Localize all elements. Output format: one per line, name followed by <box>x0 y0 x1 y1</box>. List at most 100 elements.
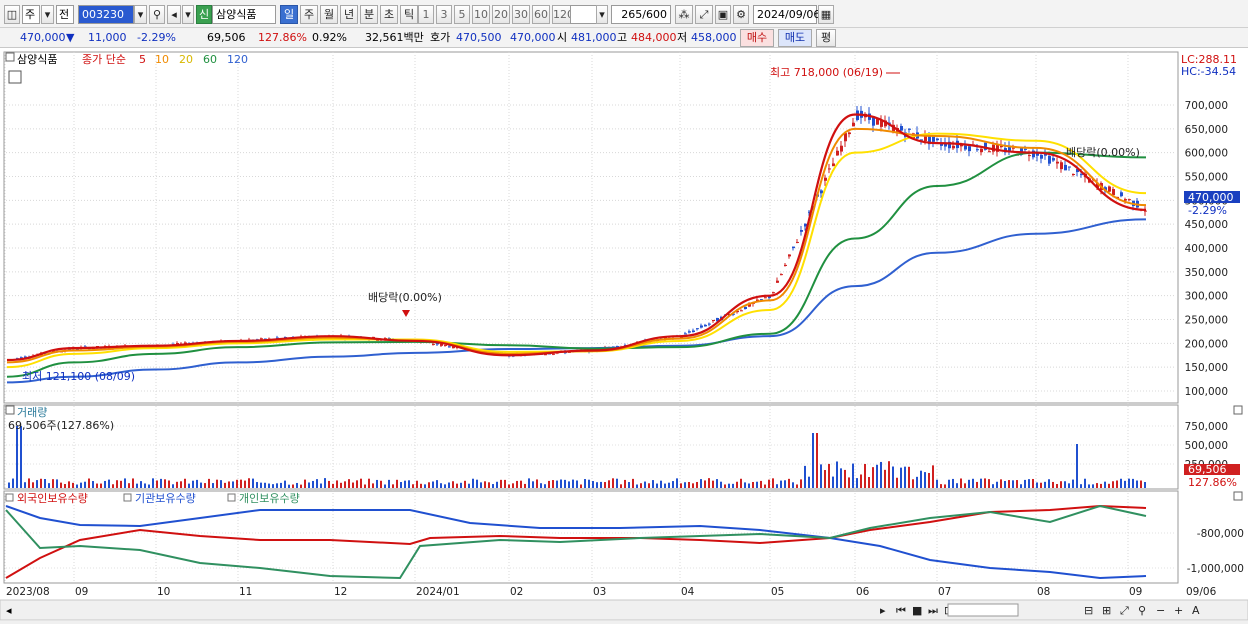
volume-ratio: 127.86% <box>258 31 307 44</box>
volume-bar <box>632 478 634 488</box>
period-button-2[interactable]: 월 <box>320 5 338 24</box>
amount-value: 32,561백만 <box>365 31 424 44</box>
date-tick-1: 09 <box>75 586 88 598</box>
date-field[interactable]: 2024/09/06 <box>753 5 820 24</box>
candle-body <box>764 297 767 299</box>
volume-toggle-icon[interactable] <box>5 405 15 415</box>
period-button-3[interactable]: 년 <box>340 5 358 24</box>
chart-area[interactable]: 700,000 650,000 600,000 550,000 500,000 450,0… <box>0 48 1248 621</box>
candle-body <box>1048 156 1051 164</box>
period-button-5[interactable]: 초 <box>380 5 398 24</box>
panel-toggle-icon[interactable] <box>5 52 15 62</box>
close-holding-icon[interactable] <box>1233 491 1243 501</box>
volume-bar <box>1088 484 1090 488</box>
interval-button-3[interactable]: 10 <box>472 5 490 24</box>
interval-button-6[interactable]: 60 <box>532 5 550 24</box>
eval-button[interactable]: 평 <box>816 29 836 47</box>
volume-bar <box>392 484 394 488</box>
holding-toggle-0[interactable] <box>5 493 14 502</box>
prev-button[interactable]: 전 <box>56 5 74 24</box>
speaker-icon[interactable]: ◂ <box>167 5 181 24</box>
volume-bar <box>368 478 370 488</box>
date-tick-3: 11 <box>239 586 252 598</box>
scroll-tool-icon-8[interactable]: ⚲ <box>1138 604 1146 617</box>
code-dropdown-icon[interactable]: ▾ <box>134 5 147 24</box>
period-button-0[interactable]: 일 <box>280 5 298 24</box>
volume-bar <box>540 483 542 488</box>
date-tick-7: 03 <box>593 586 606 598</box>
candle-body <box>692 330 695 332</box>
scroll-tool-icon-2[interactable]: ■ <box>912 604 922 617</box>
volume-bar <box>52 479 54 488</box>
interval-button-0[interactable]: 1 <box>418 5 434 24</box>
volume-bar <box>1008 480 1010 488</box>
holding-axis: -800,000 -1,000,000 <box>1187 528 1244 575</box>
volume-bar <box>964 483 966 488</box>
search-icon[interactable]: ⚲ <box>149 5 165 24</box>
market-dropdown-icon[interactable]: ▾ <box>41 5 54 24</box>
stock-name-field[interactable]: 삼양식품 <box>212 5 276 24</box>
scroll-tool-icon-5[interactable]: ⊟ <box>1084 604 1093 617</box>
volume-bar <box>472 478 474 488</box>
close-volume-icon[interactable] <box>1233 405 1243 415</box>
candle-body <box>1120 192 1123 197</box>
candle-body <box>976 149 979 151</box>
window-icon[interactable]: ◫ <box>4 5 20 24</box>
volume-bar <box>464 480 466 488</box>
volume-bar <box>1084 478 1086 488</box>
volume-bar <box>1124 480 1126 488</box>
zoom-slider[interactable] <box>947 603 1019 617</box>
candle-body <box>964 145 967 150</box>
interval-button-4[interactable]: 20 <box>492 5 510 24</box>
volume-bar <box>1068 483 1070 488</box>
volume-bar <box>848 477 850 488</box>
stock-chart[interactable]: 700,000 650,000 600,000 550,000 500,000 450,0… <box>0 48 1248 621</box>
scroll-tool-icon-3[interactable]: ⏭ <box>928 604 938 617</box>
period-button-4[interactable]: 분 <box>360 5 378 24</box>
volume-bar <box>640 483 642 488</box>
scroll-tool-icon-0[interactable]: ▸ <box>880 604 886 617</box>
volume-bar <box>928 472 930 488</box>
draw-tool-icon[interactable]: ⤢ <box>695 5 713 24</box>
interval-button-5[interactable]: 30 <box>512 5 530 24</box>
grid-icon[interactable] <box>8 70 22 84</box>
scroll-tool-icon-11[interactable]: A <box>1192 604 1200 617</box>
volume-bar <box>456 483 458 488</box>
period-button-6[interactable]: 틱 <box>400 5 418 24</box>
indicator-icon[interactable]: ⁂ <box>675 5 693 24</box>
candle-body <box>740 310 743 312</box>
scroll-tool-icon-10[interactable]: + <box>1174 604 1183 617</box>
scroll-tool-icon-6[interactable]: ⊞ <box>1102 604 1111 617</box>
candle-body <box>932 136 935 142</box>
stock-code: 003230 <box>82 8 124 21</box>
save-icon[interactable]: ▣ <box>715 5 731 24</box>
sell-button[interactable]: 매도 <box>778 29 812 47</box>
market-select[interactable]: 주 <box>22 5 40 24</box>
volume-bar <box>384 484 386 488</box>
volume-bar <box>432 481 434 488</box>
holding-toggle-2[interactable] <box>227 493 236 502</box>
interval-button-1[interactable]: 3 <box>436 5 452 24</box>
interval-dropdown-icon[interactable]: ▾ <box>596 5 608 24</box>
holding-toggle-1[interactable] <box>123 493 132 502</box>
volume-bar <box>948 479 950 488</box>
volume-bar <box>952 478 954 488</box>
scroll-tool-icon-1[interactable]: ⏮ <box>896 604 906 617</box>
volume-bar <box>80 482 82 488</box>
scrollbar[interactable] <box>0 599 1248 621</box>
stock-code-input[interactable]: 003230 <box>78 5 134 24</box>
candle-body <box>744 306 747 310</box>
buy-button[interactable]: 매수 <box>740 29 774 47</box>
period-button-1[interactable]: 주 <box>300 5 318 24</box>
candle-body <box>1072 174 1075 176</box>
candle-body <box>852 122 855 127</box>
scroll-left-icon[interactable]: ◂ <box>6 604 12 617</box>
scroll-tool-icon-9[interactable]: − <box>1156 604 1165 617</box>
calendar-icon[interactable]: ▦ <box>818 5 834 24</box>
gear-icon[interactable]: ⚙ <box>733 5 749 24</box>
count-field[interactable]: 265/600 <box>611 5 671 24</box>
interval-button-2[interactable]: 5 <box>454 5 470 24</box>
speaker-dropdown-icon[interactable]: ▾ <box>182 5 194 24</box>
volume-bar <box>572 479 574 488</box>
scroll-tool-icon-7[interactable]: ⤢ <box>1120 604 1129 617</box>
